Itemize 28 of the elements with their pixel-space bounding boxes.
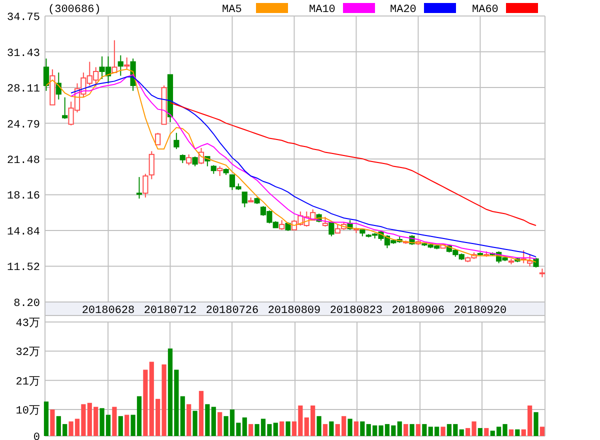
legend-label: MA5: [222, 4, 242, 16]
axis-tick-label: 32万: [16, 347, 40, 360]
legend-label: MA10: [309, 4, 336, 16]
candlestick: [155, 132, 161, 146]
axis-tick-label: 21万: [16, 376, 40, 388]
candlestick: [174, 132, 180, 150]
axis-tick-label: 8.20: [14, 298, 40, 310]
axis-tick-label: 20180712: [144, 305, 197, 316]
axis-tick-label: 43万: [16, 318, 40, 330]
axis-tick-label: 10万: [16, 406, 40, 418]
axis-tick-label: 18.16: [6, 190, 40, 203]
axis-tick-label: 20180920: [454, 305, 507, 316]
axis-tick-label: 20180628: [82, 305, 135, 316]
axis-tick-label: 20180809: [268, 305, 321, 316]
axis-tick-label: 31.43: [6, 48, 40, 60]
axis-tick-label: 14.84: [6, 226, 40, 238]
legend-label: MA20: [390, 4, 416, 16]
axis-tick-label: 0: [33, 432, 40, 440]
axis-tick-label: 24.79: [6, 119, 40, 132]
legend-label: MA60: [472, 4, 498, 16]
chart-title: (300686): [48, 4, 101, 16]
axis-tick-label: 28.11: [6, 84, 40, 96]
axis-tick-label: 34.75: [6, 12, 40, 24]
axis-tick-label: 20180906: [392, 305, 445, 316]
axis-tick-label: 21.48: [6, 154, 40, 167]
axis-tick-label: 20180823: [330, 305, 383, 316]
axis-tick-label: 20180726: [206, 305, 259, 316]
axis-tick-label: 11.52: [6, 262, 40, 274]
